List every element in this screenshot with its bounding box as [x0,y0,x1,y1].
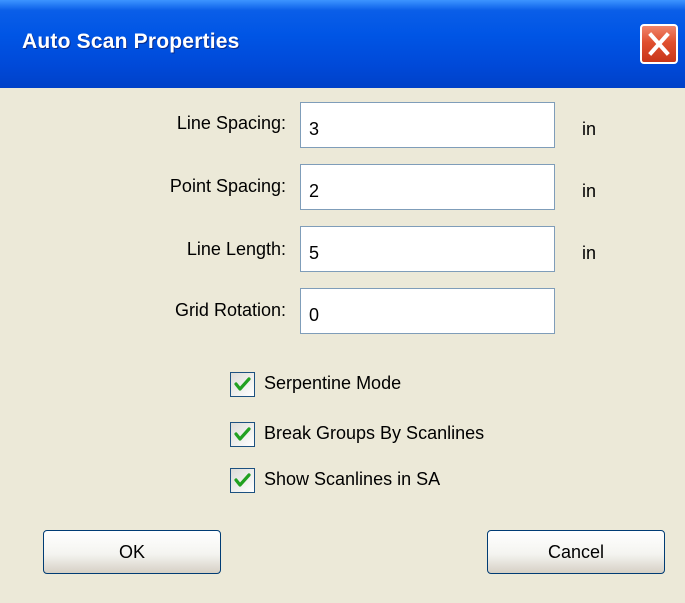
line-spacing-input[interactable] [300,102,555,148]
checkmark-icon [234,427,251,441]
serpentine-mode-label: Serpentine Mode [264,373,402,393]
ok-button[interactable]: OK [43,530,221,574]
line-length-input[interactable] [300,226,555,272]
point-spacing-unit: in [582,181,597,201]
line-spacing-unit: in [582,119,597,139]
line-length-unit: in [582,243,597,263]
dialog-body: Line Spacing: in Point Spacing: in Line … [6,88,679,597]
break-groups-label: Break Groups By Scanlines [264,423,485,443]
serpentine-mode-checkbox[interactable] [230,372,255,397]
show-scanlines-label: Show Scanlines in SA [264,469,441,489]
title-bar[interactable]: Auto Scan Properties [0,0,685,88]
grid-rotation-input[interactable] [300,288,555,334]
checkmark-icon [234,377,251,391]
line-length-label: Line Length: [186,239,286,259]
auto-scan-properties-dialog: Auto Scan Properties Line Spacing: in Po… [0,0,685,603]
grid-rotation-label: Grid Rotation: [174,300,286,320]
dialog-title: Auto Scan Properties [22,30,240,53]
point-spacing-label: Point Spacing: [169,176,286,196]
break-groups-checkbox[interactable] [230,422,255,447]
show-scanlines-checkbox[interactable] [230,468,255,493]
checkmark-icon [234,473,251,487]
close-x-icon [648,32,670,56]
line-spacing-label: Line Spacing: [176,113,286,133]
close-button[interactable] [640,24,678,64]
cancel-button[interactable]: Cancel [487,530,665,574]
point-spacing-input[interactable] [300,164,555,210]
